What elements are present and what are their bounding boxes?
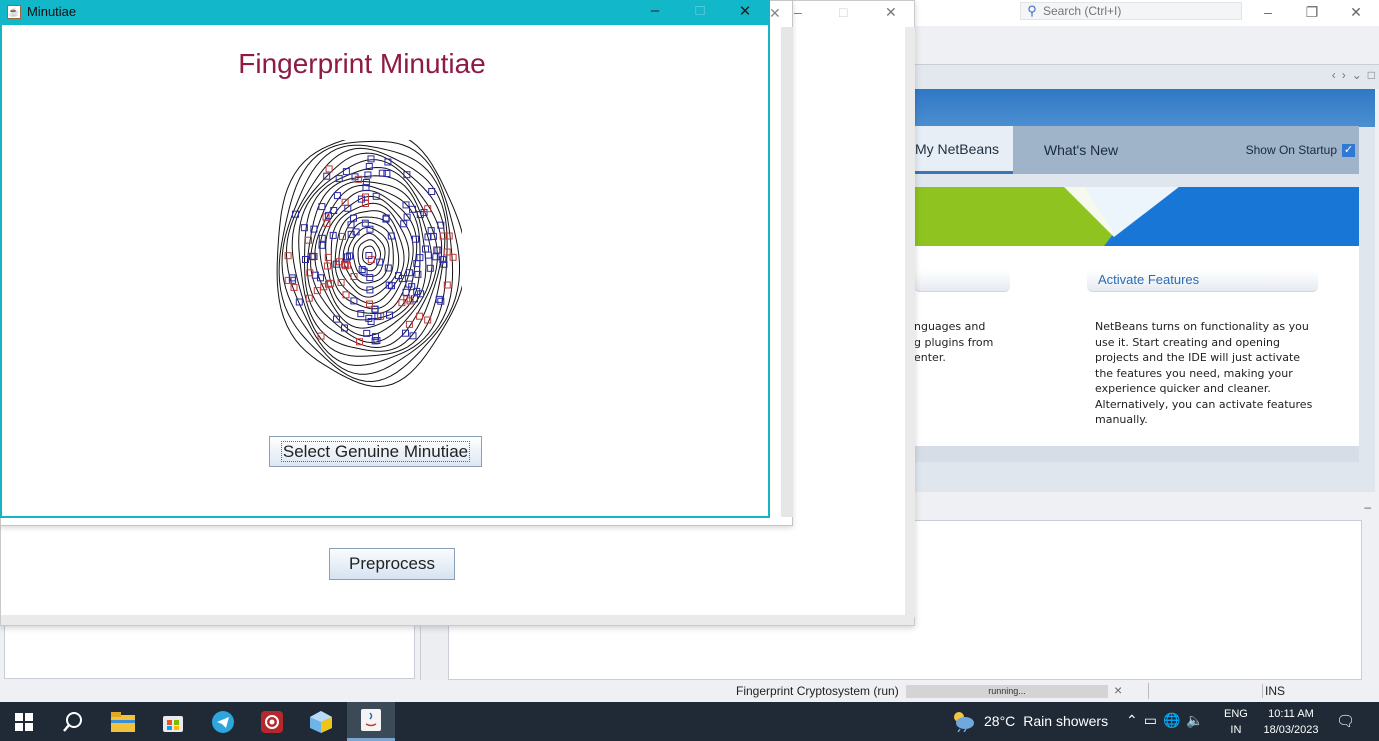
select-button-label: Select Genuine Minutiae [280,440,471,462]
ide-statusbar: Fingerprint Cryptosystem (run) running..… [0,681,1379,702]
show-on-startup-checkbox[interactable]: ✓ [1342,143,1355,157]
minutia-marker [365,252,373,259]
ide-toolbar [914,26,1379,64]
chevron-down-icon[interactable]: ⌄ [1352,68,1362,82]
vertical-scrollbar[interactable] [905,27,915,617]
chevron-up-icon[interactable]: ⌃ [1126,712,1144,728]
fingerprint-image [276,140,462,388]
editor-tabbar: ‹ › ⌄ □ [914,64,1379,89]
minutiae-titlebar: ☕ Minutiae – □ ✕ [0,0,770,25]
start-page-content: nguages and g plugins from enter. Activa… [914,246,1359,446]
running-task-label[interactable]: Fingerprint Cryptosystem (run) [736,684,899,698]
insert-mode-indicator: INS [1262,684,1285,698]
clock-date: 18/03/2023 [1263,724,1319,736]
clock-time: 10:11 AM [1268,708,1314,720]
language-code: ENG [1224,708,1248,720]
minutia-marker [341,198,349,206]
start-page-banner [914,187,1359,246]
close-icon[interactable]: ✕ [885,4,897,21]
minutia-marker [284,252,292,260]
close-icon[interactable]: ✕ [769,5,781,22]
navigator-panel [4,625,415,679]
select-genuine-minutiae-button[interactable]: Select Genuine Minutiae [269,436,482,467]
minimize-icon[interactable]: – [640,2,670,19]
fingerprint-ridge [319,189,418,321]
task-progress-bar: running... [906,685,1108,698]
file-explorer-icon[interactable] [99,702,147,741]
tab-whats-new[interactable]: What's New [1026,126,1136,174]
start-page-tabs: My NetBeans What's New Show On Startup ✓ [914,126,1359,174]
close-icon[interactable]: ✕ [730,2,760,20]
minutia-marker [449,253,457,261]
minutia-marker [383,170,391,177]
start-page: My NetBeans What's New Show On Startup ✓… [914,89,1375,492]
search-icon[interactable] [49,702,97,741]
fingerprint-ridge [303,166,438,349]
window-title: Minutiae [27,4,77,19]
ide-close-button[interactable]: ✕ [1341,2,1371,22]
start-page-footer [914,446,1359,462]
minutia-marker [364,171,372,179]
fingerprint-minutiae-heading: Fingerprint Minutiae [238,48,486,79]
maximize-icon[interactable]: □ [1368,68,1375,82]
notification-icon[interactable]: 🗨 [1336,712,1355,730]
minutia-marker [361,219,369,227]
maximize-icon[interactable]: □ [685,2,715,19]
show-on-startup-label: Show On Startup [1245,143,1337,157]
minutia-marker [424,251,432,259]
show-on-startup[interactable]: Show On Startup ✓ [1246,143,1355,157]
start-icon[interactable] [0,702,48,741]
minimize-icon[interactable]: – [794,4,802,20]
minutiae-window: ☕ Minutiae – □ ✕ Fingerprint Minutiae Se… [0,0,770,518]
java-icon[interactable] [347,702,395,741]
store-icon[interactable] [149,702,197,741]
weather-temperature: 28°C [984,713,1016,729]
chevron-right-icon[interactable]: › [1342,68,1346,82]
minutia-marker [366,274,374,282]
chevron-left-icon[interactable]: ‹ [1332,68,1336,82]
minutia-marker [367,155,375,163]
maximize-icon[interactable]: □ [839,4,847,20]
ide-minimize-button[interactable]: – [1253,2,1283,22]
weather-description: Rain showers [1023,713,1109,729]
vertical-scrollbar[interactable] [781,27,793,517]
activate-features-text: NetBeans turns on functionality as you u… [1095,320,1313,426]
cancel-task-icon[interactable]: × [1114,682,1122,698]
minutia-marker [422,245,429,253]
tab-my-netbeans[interactable]: My NetBeans [914,126,1013,174]
preprocess-button[interactable]: Preprocess [329,548,455,580]
search-icon: ⚲ [1027,3,1037,18]
language-indicator[interactable]: ENG IN [1224,706,1248,738]
section-text-partial: nguages and g plugins from enter. [914,320,994,364]
windows-taskbar: 28°C Rain showers ⌃▭🌐🔈 ENG IN 10:11 AM 1… [0,702,1379,741]
horizontal-scrollbar[interactable] [1,615,914,625]
network-icon[interactable]: 🌐 [1163,712,1186,728]
virtualbox-icon[interactable] [297,702,345,741]
ide-search-box[interactable]: ⚲ [1020,2,1242,20]
minutia-marker [325,165,333,173]
fingerprint-ridge [306,175,433,344]
activate-features-heading[interactable]: Activate Features [1087,270,1318,292]
minutia-marker [412,235,419,243]
battery-icon[interactable]: ▭ [1144,712,1163,728]
system-tray[interactable]: ⌃▭🌐🔈 [1126,712,1210,729]
rain-cloud-icon [954,712,974,732]
telegram-icon[interactable] [199,702,247,741]
minimize-panel-icon[interactable]: – [1364,500,1371,514]
status-separator [1148,683,1149,699]
ide-search-input[interactable] [1043,4,1233,18]
section-heading-partial [914,270,1010,292]
taskbar-clock[interactable]: 10:11 AM 18/03/2023 [1258,706,1324,738]
java-app-icon: ☕ [7,5,21,19]
minutia-marker [432,253,440,261]
volume-icon[interactable]: 🔈 [1186,712,1209,728]
weather-widget[interactable]: 28°C Rain showers [950,710,1108,732]
output-panel-header: – [914,500,1379,520]
region-code: IN [1230,724,1242,736]
screen-recorder-icon[interactable] [248,702,296,741]
ide-restore-button[interactable]: ❐ [1297,2,1327,22]
minutia-marker [435,295,443,303]
